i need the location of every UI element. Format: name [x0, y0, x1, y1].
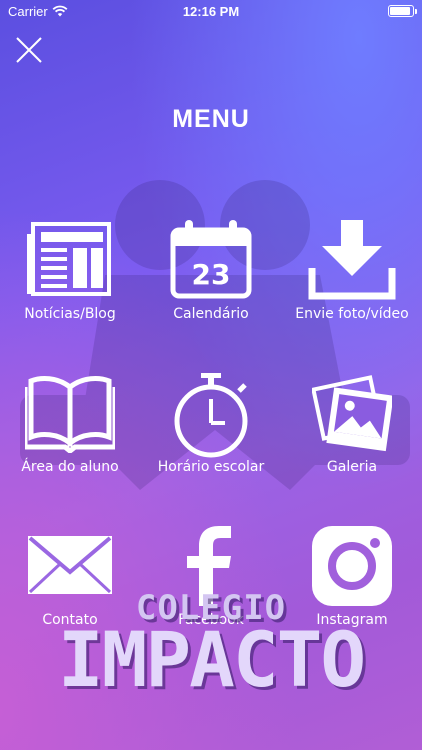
menu-item-gallery[interactable]: Galeria: [282, 373, 422, 493]
menu-label-schedule: Horário escolar: [157, 459, 265, 475]
menu-item-calendar[interactable]: 23 Calendário: [141, 220, 281, 340]
calendar-day: 23: [192, 258, 231, 291]
calendar-icon: 23: [170, 220, 252, 299]
menu-label-student-area: Área do aluno: [21, 459, 119, 475]
menu-item-student-area[interactable]: Área do aluno: [0, 373, 140, 493]
newspaper-icon: [27, 222, 111, 296]
status-bar: Carrier 12:16 PM: [0, 0, 422, 24]
battery-icon: [388, 5, 417, 17]
menu-label-calendar: Calendário: [173, 306, 249, 322]
menu-label-news: Notícias/Blog: [24, 306, 116, 322]
menu-item-news[interactable]: Notícias/Blog: [0, 220, 140, 340]
download-icon: [308, 220, 396, 300]
menu-title: MENU: [172, 105, 250, 133]
photos-icon: [312, 375, 392, 452]
book-icon: [25, 376, 115, 453]
menu-item-upload[interactable]: Envie foto/vídeo: [282, 220, 422, 340]
close-icon[interactable]: [12, 33, 46, 67]
status-time: 12:16 PM: [182, 4, 240, 19]
stopwatch-icon: [174, 373, 248, 458]
brand-line-2: IMPACTO: [57, 615, 366, 704]
menu-item-schedule[interactable]: Horário escolar: [141, 373, 281, 493]
menu-label-upload: Envie foto/vídeo: [295, 306, 409, 322]
menu-label-gallery: Galeria: [326, 459, 378, 475]
